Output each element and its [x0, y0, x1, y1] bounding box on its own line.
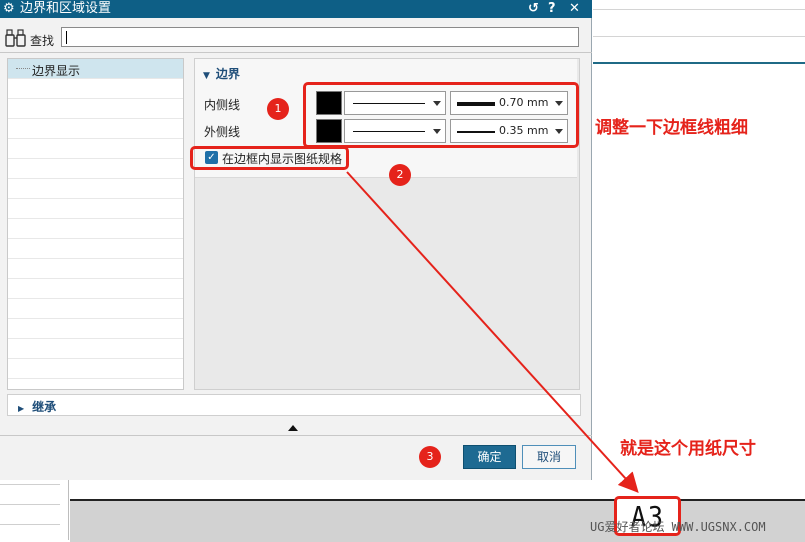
- annotation-arrow: [346, 171, 639, 493]
